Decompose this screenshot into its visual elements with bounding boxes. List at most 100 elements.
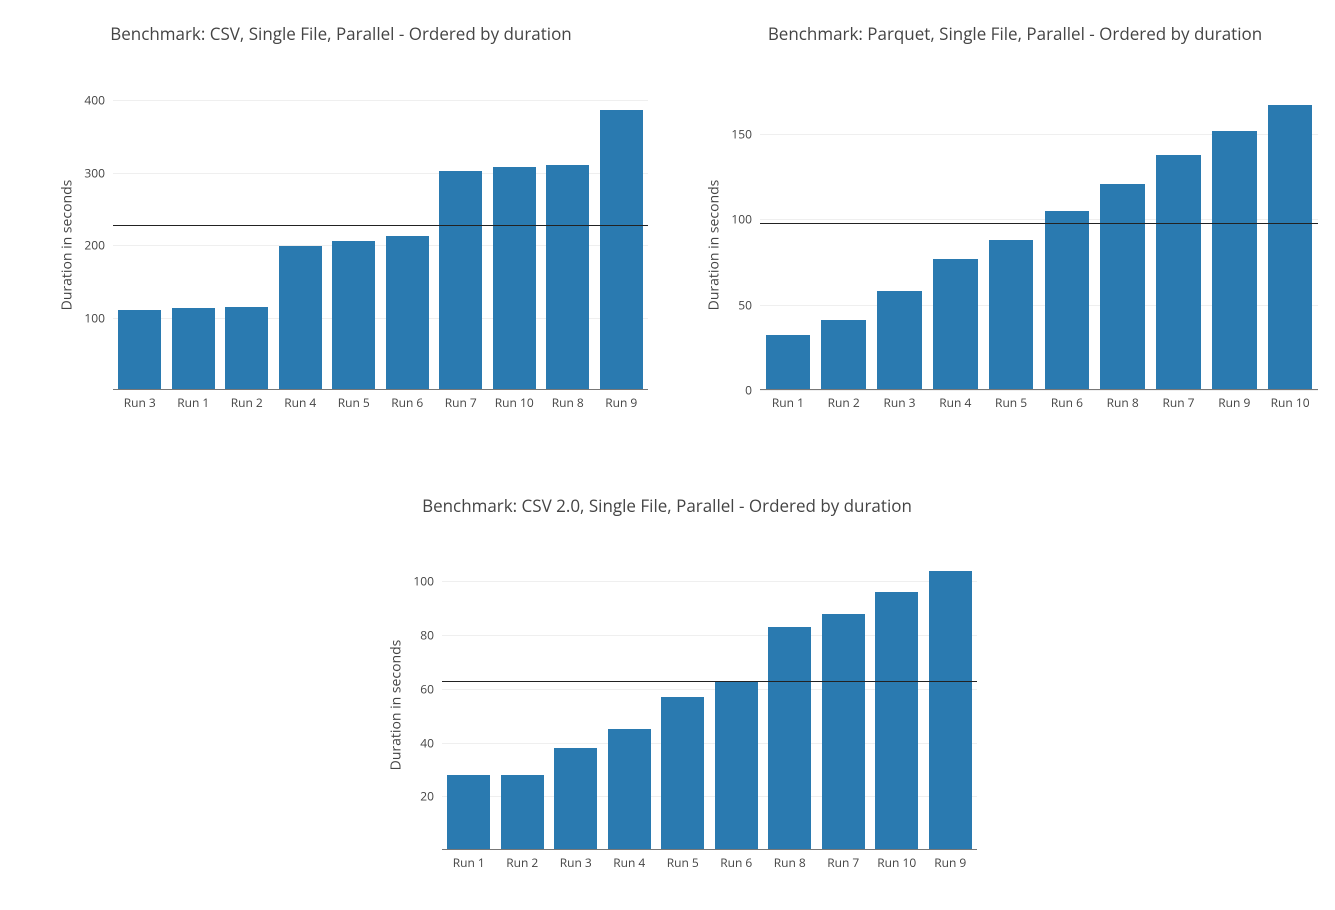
reference-line: [442, 681, 977, 682]
bar-slot: Run 2: [220, 100, 274, 390]
bar-slot: Run 3: [113, 100, 167, 390]
bar: [1156, 155, 1201, 390]
bar: [715, 681, 758, 850]
bar-slot: Run 10: [1262, 100, 1318, 390]
category-label: Run 10: [870, 854, 924, 871]
bar-slot: Run 2: [496, 560, 550, 850]
x-axis-line: [442, 849, 977, 850]
bar-slot: Run 6: [381, 100, 435, 390]
bar: [439, 171, 482, 390]
category-label: Run 1: [442, 854, 496, 871]
bar-slot: Run 5: [656, 560, 710, 850]
category-label: Run 6: [710, 854, 764, 871]
bar: [875, 592, 918, 850]
y-tick-label: 20: [420, 788, 434, 805]
category-label: Run 6: [381, 394, 435, 411]
bar-slot: Run 4: [274, 100, 328, 390]
bar-slot: Run 9: [1206, 100, 1262, 390]
plot-area: 100200300400Duration in secondsRun 3Run …: [113, 100, 648, 390]
category-label: Run 7: [817, 854, 871, 871]
bar-slot: Run 10: [870, 560, 924, 850]
category-label: Run 10: [1262, 394, 1318, 411]
bar: [172, 308, 215, 390]
bar-slot: Run 5: [983, 100, 1039, 390]
category-label: Run 4: [603, 854, 657, 871]
bar-slot: Run 1: [760, 100, 816, 390]
bar: [1268, 105, 1313, 390]
reference-line: [113, 225, 648, 226]
category-label: Run 3: [872, 394, 928, 411]
y-axis-label: Duration in seconds: [387, 640, 406, 771]
y-tick-label: 100: [84, 309, 105, 326]
y-axis-label: Duration in seconds: [705, 180, 724, 311]
bar-slot: Run 6: [710, 560, 764, 850]
category-label: Run 8: [763, 854, 817, 871]
category-label: Run 2: [220, 394, 274, 411]
category-label: Run 3: [549, 854, 603, 871]
chart-title: Benchmark: CSV 2.0, Single File, Paralle…: [342, 494, 992, 517]
bar-slot: Run 1: [167, 100, 221, 390]
bar: [989, 240, 1034, 390]
gridline: [760, 390, 1318, 391]
category-label: Run 5: [656, 854, 710, 871]
category-label: Run 4: [927, 394, 983, 411]
bar-slot: Run 8: [1095, 100, 1151, 390]
category-label: Run 9: [924, 854, 978, 871]
category-label: Run 9: [595, 394, 649, 411]
y-tick-label: 80: [420, 627, 434, 644]
bar-slot: Run 4: [603, 560, 657, 850]
bar: [546, 165, 589, 390]
category-label: Run 9: [1206, 394, 1262, 411]
bar: [386, 236, 429, 390]
chart-0: Benchmark: CSV, Single File, Parallel - …: [38, 22, 644, 45]
category-label: Run 1: [167, 394, 221, 411]
bar: [1045, 211, 1090, 390]
bar: [332, 241, 375, 390]
chart-2: Benchmark: CSV 2.0, Single File, Paralle…: [342, 494, 992, 517]
bar-slot: Run 4: [927, 100, 983, 390]
y-tick-label: 0: [745, 382, 752, 399]
bar: [822, 614, 865, 850]
bar-slot: Run 1: [442, 560, 496, 850]
category-label: Run 6: [1039, 394, 1095, 411]
bars-group: Run 1Run 2Run 3Run 4Run 5Run 6Run 8Run 7…: [442, 560, 977, 850]
bar: [768, 627, 811, 850]
category-label: Run 8: [541, 394, 595, 411]
y-tick-label: 60: [420, 680, 434, 697]
category-label: Run 7: [1151, 394, 1207, 411]
category-label: Run 7: [434, 394, 488, 411]
chart-title: Benchmark: CSV, Single File, Parallel - …: [38, 22, 644, 45]
y-axis-label: Duration in seconds: [58, 180, 77, 311]
bar-slot: Run 8: [763, 560, 817, 850]
bar-slot: Run 5: [327, 100, 381, 390]
category-label: Run 2: [816, 394, 872, 411]
reference-line: [760, 223, 1318, 224]
bars-group: Run 3Run 1Run 2Run 4Run 5Run 6Run 7Run 1…: [113, 100, 648, 390]
y-tick-label: 100: [731, 211, 752, 228]
plot-area: 050100150Duration in secondsRun 1Run 2Ru…: [760, 100, 1318, 390]
bar-slot: Run 2: [816, 100, 872, 390]
bar-slot: Run 6: [1039, 100, 1095, 390]
y-tick-label: 100: [413, 573, 434, 590]
bar: [821, 320, 866, 390]
category-label: Run 10: [488, 394, 542, 411]
bar: [766, 335, 811, 390]
category-label: Run 4: [274, 394, 328, 411]
y-tick-label: 40: [420, 734, 434, 751]
bar-slot: Run 9: [924, 560, 978, 850]
category-label: Run 1: [760, 394, 816, 411]
bar: [225, 307, 268, 390]
y-tick-label: 50: [738, 296, 752, 313]
bar: [1212, 131, 1257, 390]
y-tick-label: 400: [84, 92, 105, 109]
bar: [493, 167, 536, 390]
bar: [608, 729, 651, 850]
bar-slot: Run 7: [434, 100, 488, 390]
bar-slot: Run 7: [1151, 100, 1207, 390]
bar-slot: Run 8: [541, 100, 595, 390]
bar: [600, 110, 643, 390]
bar: [929, 571, 972, 850]
bar: [1100, 184, 1145, 390]
category-label: Run 2: [496, 854, 550, 871]
bar-slot: Run 3: [549, 560, 603, 850]
